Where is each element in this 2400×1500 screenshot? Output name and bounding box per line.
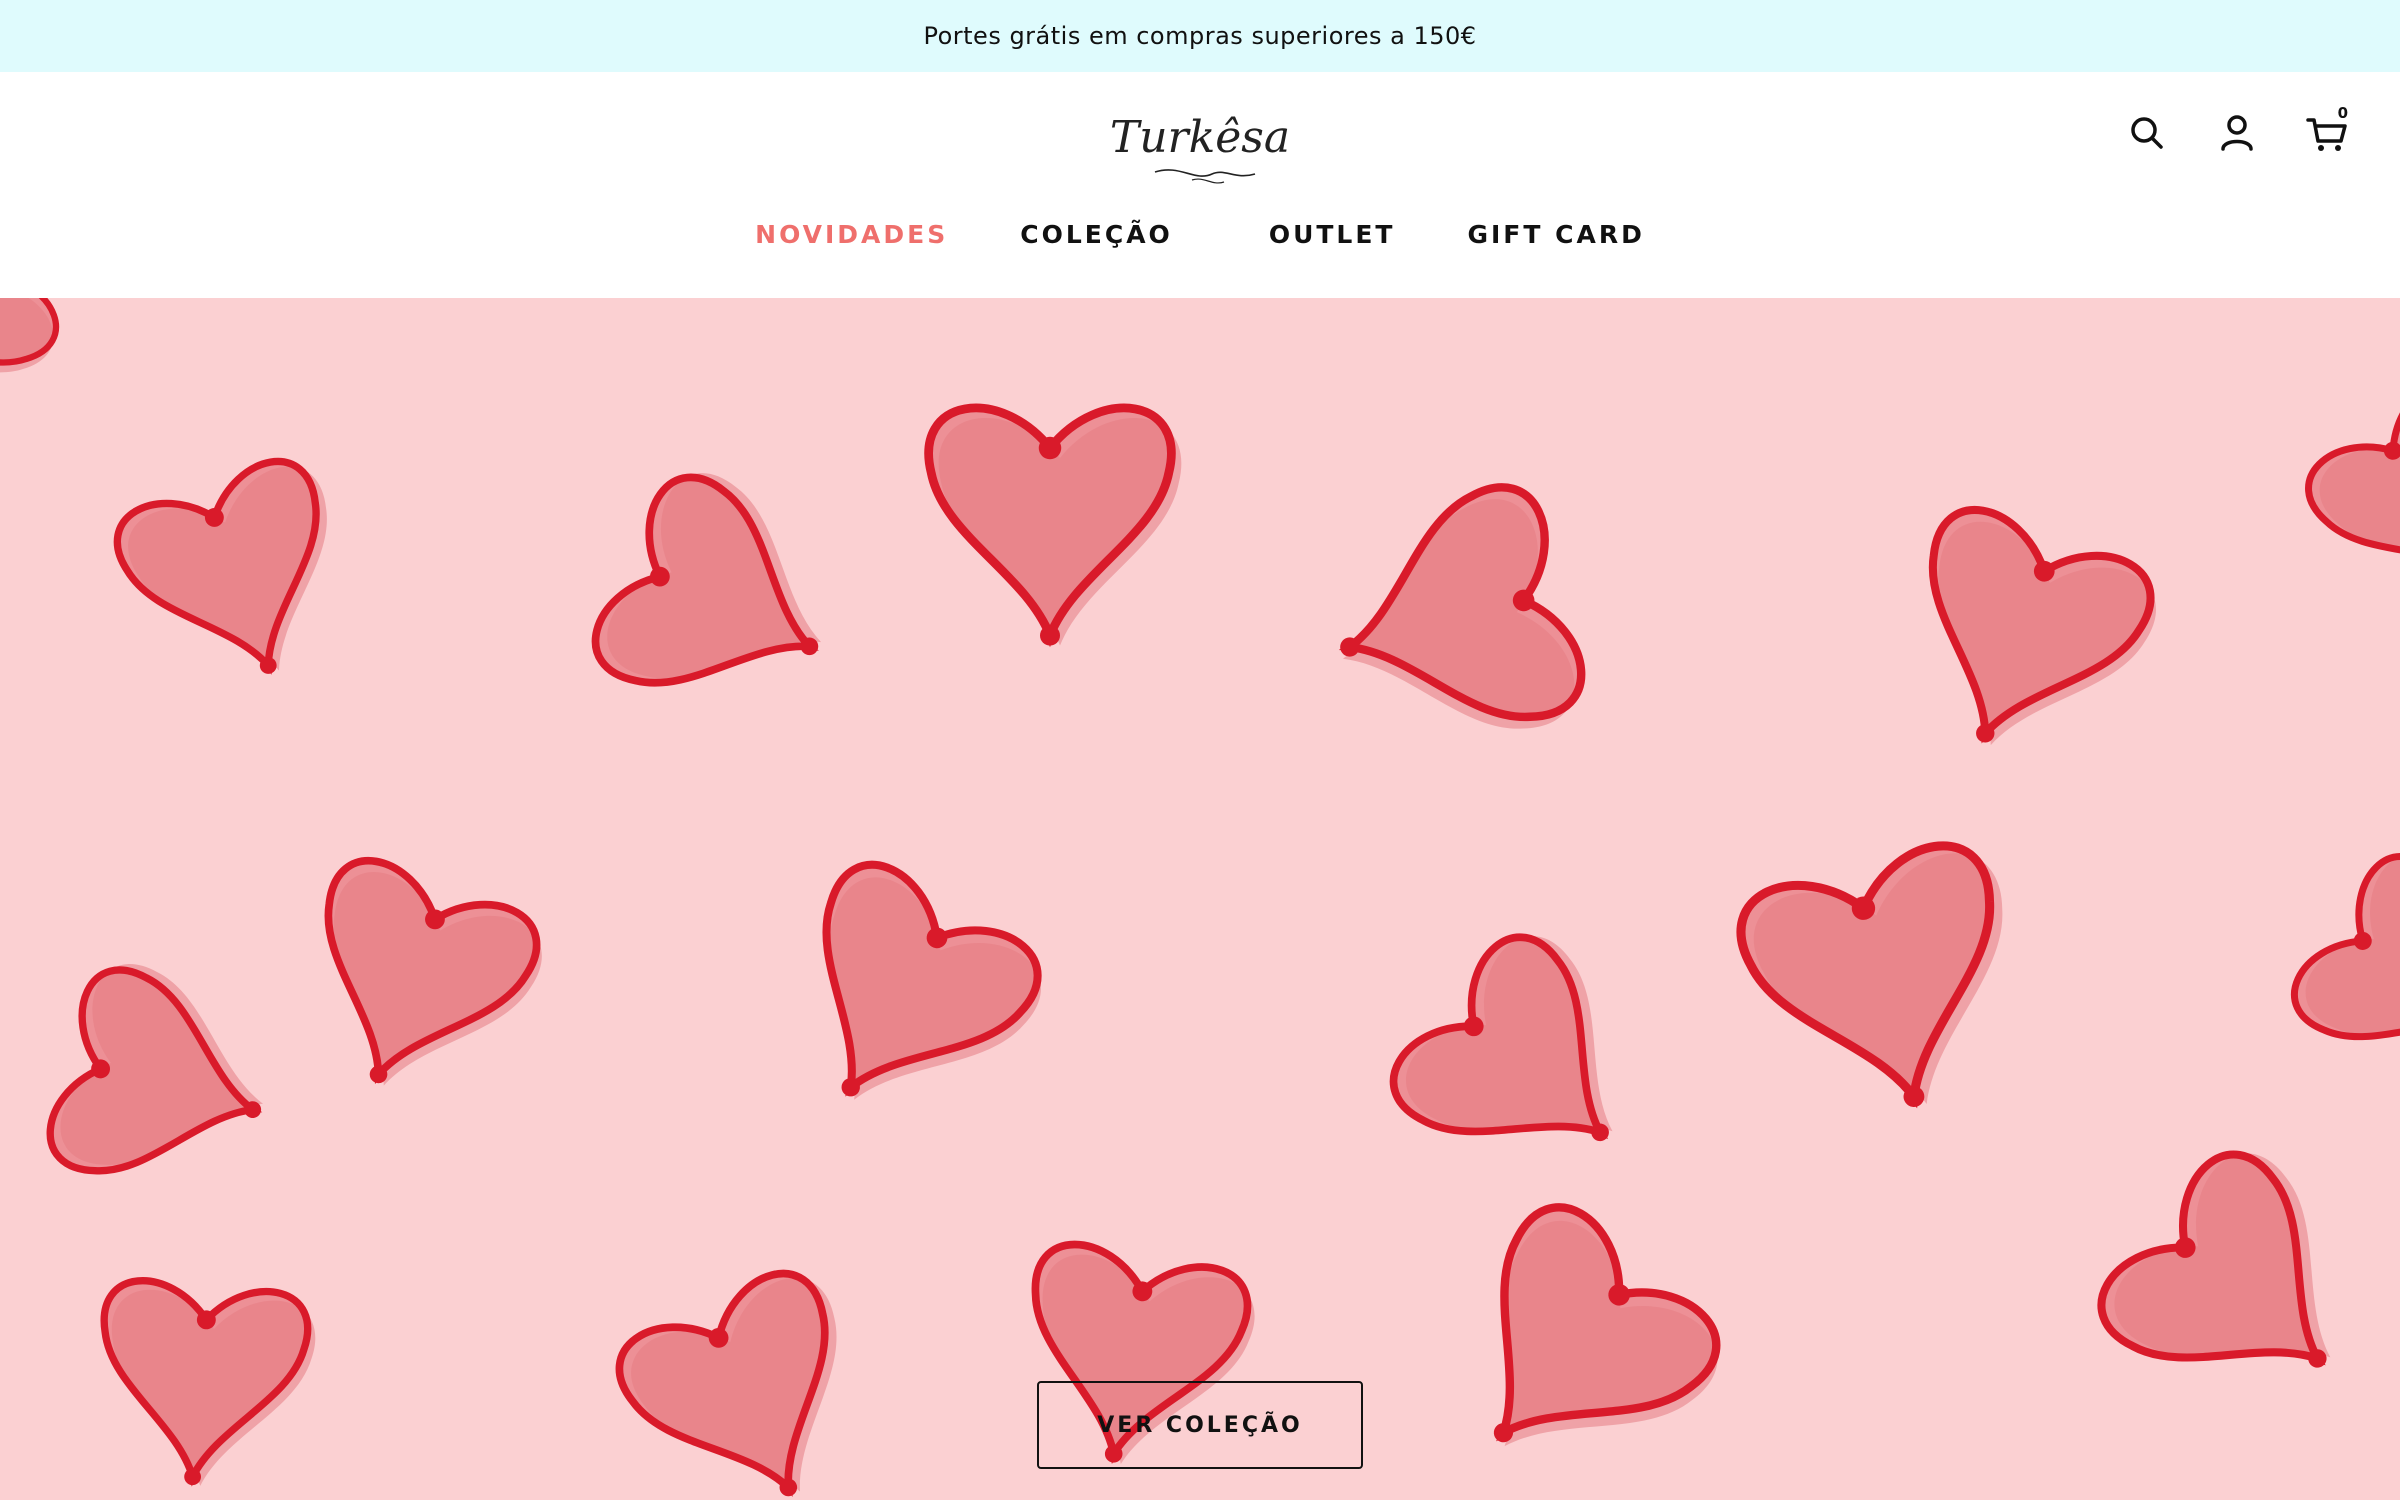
logo-graphic: Turkêsa <box>1110 112 1290 184</box>
site-header: Turkêsa 0 NOVIDADES COLEÇÃO OUTLET GIFT … <box>0 72 2400 298</box>
main-nav: NOVIDADES COLEÇÃO OUTLET GIFT CARD <box>0 220 2400 249</box>
nav-item-outlet[interactable]: OUTLET <box>1233 220 1432 249</box>
account-icon[interactable] <box>2214 110 2260 156</box>
cart-icon[interactable]: 0 <box>2304 104 2350 156</box>
search-icon[interactable] <box>2124 110 2170 156</box>
svg-text:Turkêsa: Turkêsa <box>1110 112 1290 163</box>
hero-banner: VER COLEÇÃO <box>0 298 2400 1500</box>
announcement-text: Portes grátis em compras superiores a 15… <box>923 22 1477 50</box>
cart-count-badge: 0 <box>2337 104 2348 122</box>
brand-logo[interactable]: Turkêsa <box>1100 94 1300 194</box>
nav-item-colecao[interactable]: COLEÇÃO <box>984 220 1233 249</box>
nav-item-novidades[interactable]: NOVIDADES <box>719 220 984 249</box>
nav-item-gift-card[interactable]: GIFT CARD <box>1431 220 1680 249</box>
header-actions: 0 <box>2124 104 2350 156</box>
view-collection-button[interactable]: VER COLEÇÃO <box>1037 1381 1363 1469</box>
announcement-bar: Portes grátis em compras superiores a 15… <box>0 0 2400 72</box>
hearts-pattern-image <box>0 298 2400 1500</box>
